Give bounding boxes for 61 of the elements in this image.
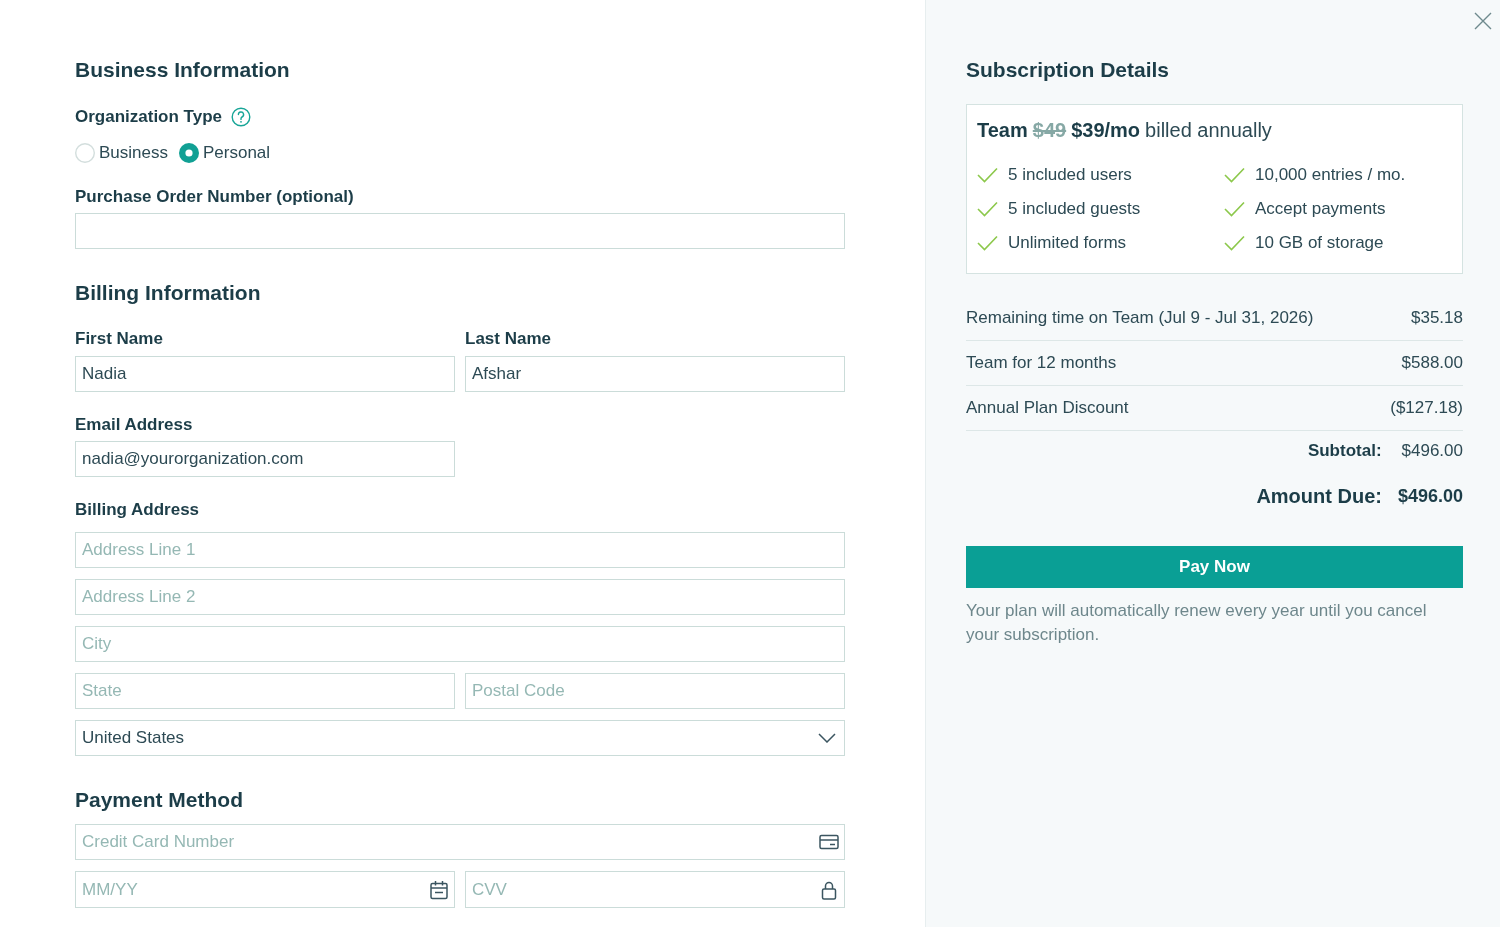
- help-icon[interactable]: [231, 107, 252, 127]
- country-dropdown[interactable]: United States: [75, 720, 845, 756]
- radio-label[interactable]: Business: [99, 141, 168, 165]
- city-input[interactable]: City: [75, 626, 845, 662]
- feature-text: Unlimited forms: [1008, 232, 1127, 254]
- chevron-down-icon: [818, 733, 836, 743]
- subtotal-label: Subtotal:: [1307, 440, 1382, 462]
- line-item-label: Annual Plan Discount: [966, 397, 1129, 419]
- radio-button[interactable]: [75, 143, 95, 163]
- amount-due-value: $496.00: [1397, 485, 1463, 508]
- feature-text: 5 included guests: [1008, 198, 1141, 220]
- line-item-amount: $588.00: [1401, 352, 1463, 374]
- close-icon: [1474, 12, 1492, 30]
- close-button[interactable]: [1474, 12, 1492, 30]
- postal-code-input[interactable]: Postal Code: [465, 673, 845, 709]
- field-label: Purchase Order Number (optional): [75, 186, 354, 208]
- section-heading: Payment Method: [75, 787, 244, 813]
- amount-due-label: Amount Due:: [1256, 484, 1382, 509]
- email-input[interactable]: nadia@yourorganization.com: [75, 441, 455, 477]
- check-icon: [977, 235, 998, 251]
- field-label: Billing Address: [75, 499, 200, 521]
- lock-icon: [819, 879, 839, 900]
- plan-price: $39/mo: [1071, 118, 1141, 143]
- radio-label[interactable]: Personal: [203, 141, 271, 165]
- line-item-amount: $35.18: [1411, 307, 1463, 329]
- check-icon: [977, 167, 998, 183]
- cvv-input[interactable]: CVV: [465, 871, 845, 908]
- address-line-input[interactable]: Address Line 2: [75, 579, 845, 615]
- field-label: Organization Type: [75, 106, 223, 128]
- state-input[interactable]: State: [75, 673, 455, 709]
- feature-text: Accept payments: [1255, 198, 1386, 220]
- expiry-input[interactable]: MM/YY: [75, 871, 455, 908]
- credit-card-icon: [819, 832, 839, 852]
- field-label: Last Name: [465, 328, 551, 350]
- feature-text: 10,000 entries / mo.: [1255, 164, 1406, 186]
- field-label: Email Address: [75, 414, 193, 436]
- radio-button[interactable]: [179, 143, 199, 163]
- field-label: First Name: [75, 328, 163, 350]
- line-item-amount: ($127.18): [1390, 397, 1463, 419]
- calendar-icon: [429, 879, 449, 900]
- check-icon: [1224, 201, 1245, 217]
- billing-period: billed annually: [1145, 118, 1272, 143]
- line-item-label: Team for 12 months: [966, 352, 1117, 374]
- section-heading: Billing Information: [75, 280, 261, 306]
- check-icon: [1224, 235, 1245, 251]
- feature-text: 5 included users: [1008, 164, 1132, 186]
- address-line-input[interactable]: Address Line 1: [75, 532, 845, 568]
- card-number-input[interactable]: Credit Card Number: [75, 824, 845, 860]
- section-heading: Subscription Details: [966, 57, 1171, 83]
- plan-name: Team: [977, 118, 1028, 143]
- check-icon: [977, 201, 998, 217]
- purchase-order-input[interactable]: [75, 213, 845, 249]
- first-name-input[interactable]: Nadia: [75, 356, 455, 392]
- section-heading: Business Information: [75, 57, 290, 83]
- old-price: $49: [1032, 118, 1067, 143]
- check-icon: [1224, 167, 1245, 183]
- subtotal-amount: $496.00: [1401, 440, 1463, 462]
- last-name-input[interactable]: Afshar: [465, 356, 845, 392]
- renewal-note: Your plan will automatically renew every year until you cancel your subscription.: [966, 600, 1428, 646]
- feature-text: 10 GB of storage: [1255, 232, 1384, 254]
- line-item-label: Remaining time on Team (Jul 9 - Jul 31, 2026): [966, 307, 1314, 329]
